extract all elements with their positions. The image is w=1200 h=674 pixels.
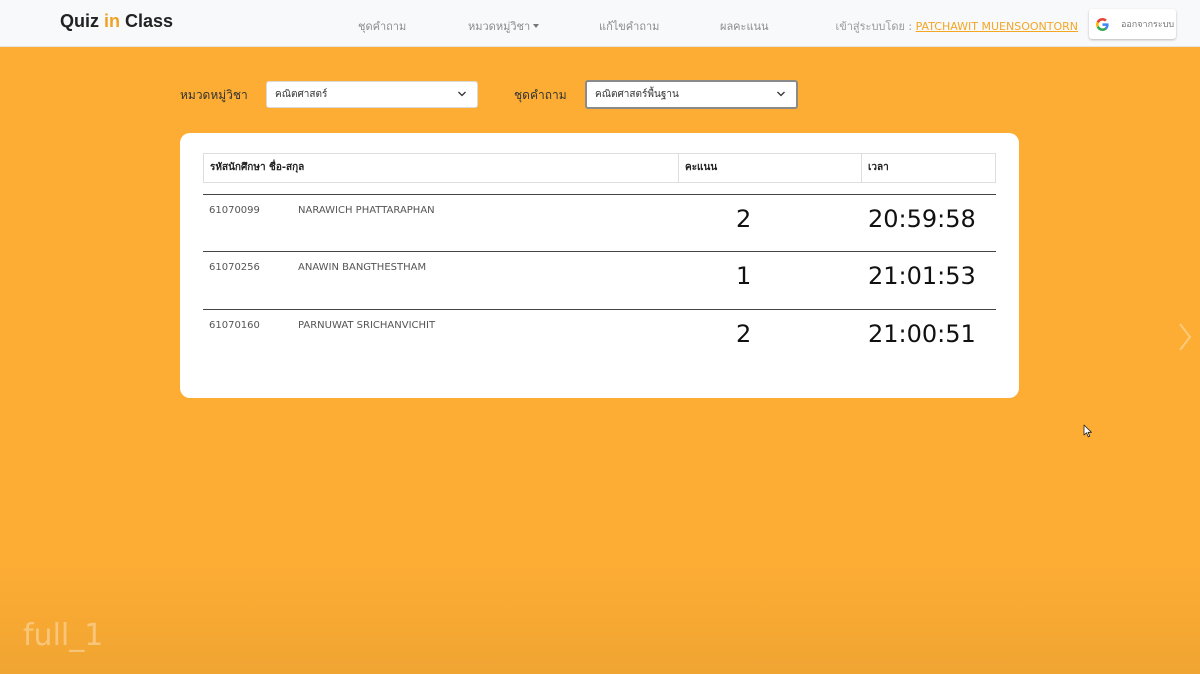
brand-text-quiz: Quiz xyxy=(60,11,104,31)
header-score: คะแนน xyxy=(678,154,861,182)
student-id: 61070256 xyxy=(209,262,260,273)
logout-button[interactable]: ออกจากระบบ xyxy=(1089,9,1176,39)
logout-label: ออกจากระบบ xyxy=(1121,20,1175,30)
question-set-select-value: คณิตศาสตร์พื้นฐาน xyxy=(595,89,679,100)
header-id-name: รหัสนักศึกษา ชื่อ-สกุล xyxy=(210,162,305,173)
chevron-down-icon xyxy=(458,91,466,97)
submit-time: 20:59:58 xyxy=(868,205,976,233)
student-score: 2 xyxy=(736,205,752,233)
submit-time: 21:00:51 xyxy=(868,320,976,348)
brand-text-class: Class xyxy=(120,11,174,31)
table-row: 61070256 ANAWIN BANGTHESTHAM 1 21:01:53 xyxy=(203,251,996,308)
nav-link-edit-questions[interactable]: แก้ไขคำถาม xyxy=(599,17,659,35)
table-row: 61070160 PARNUWAT SRICHANVICHIT 2 21:00:… xyxy=(203,309,996,366)
brand-logo[interactable]: Quiz in Class xyxy=(60,11,173,32)
results-card: รหัสนักศึกษา ชื่อ-สกุล คะแนน เวลา 610700… xyxy=(180,133,1019,398)
caret-down-icon xyxy=(533,24,540,28)
login-info: เข้าสู่ระบบโดย : PATCHAWIT MUENSOONTORN xyxy=(835,17,1078,35)
login-prefix: เข้าสู่ระบบโดย : xyxy=(835,20,916,33)
table-row: 61070099 NARAWICH PHATTARAPHAN 2 20:59:5… xyxy=(203,194,996,251)
student-id: 61070160 xyxy=(209,320,260,331)
bottom-shade xyxy=(0,560,1200,674)
submit-time: 21:01:53 xyxy=(868,262,976,290)
nav-link-question-sets[interactable]: ชุดคำถาม xyxy=(358,17,406,35)
watermark-label: full_1 xyxy=(23,618,104,653)
nav-link-scores[interactable]: ผลคะแนน xyxy=(720,17,769,35)
question-set-filter-label: ชุดคำถาม xyxy=(514,88,567,102)
category-select[interactable]: คณิตศาสตร์ xyxy=(266,81,478,108)
nav-link-categories-label: หมวดหมู่วิชา xyxy=(468,20,531,33)
student-score: 1 xyxy=(736,262,752,290)
category-filter-label: หมวดหมู่วิชา xyxy=(180,88,248,102)
student-score: 2 xyxy=(736,320,752,348)
student-name: ANAWIN BANGTHESTHAM xyxy=(298,262,427,273)
header-time: เวลา xyxy=(861,154,995,182)
brand-text-in: in xyxy=(104,11,120,31)
student-name: NARAWICH PHATTARAPHAN xyxy=(298,205,435,216)
table-header: รหัสนักศึกษา ชื่อ-สกุล คะแนน เวลา xyxy=(203,153,996,183)
top-navbar: Quiz in Class ชุดคำถาม หมวดหมู่วิชา แก้ไ… xyxy=(0,0,1200,47)
logged-in-user-link[interactable]: PATCHAWIT MUENSOONTORN xyxy=(916,20,1078,33)
mouse-cursor-icon xyxy=(1083,424,1092,438)
category-select-value: คณิตศาสตร์ xyxy=(275,89,328,100)
question-set-select[interactable]: คณิตศาสตร์พื้นฐาน xyxy=(585,80,798,109)
google-g-icon xyxy=(1096,17,1109,31)
chevron-down-icon xyxy=(777,91,785,97)
chevron-right-icon[interactable] xyxy=(1177,322,1193,352)
student-id: 61070099 xyxy=(209,205,260,216)
student-name: PARNUWAT SRICHANVICHIT xyxy=(298,320,436,331)
nav-link-categories[interactable]: หมวดหมู่วิชา xyxy=(468,17,540,35)
